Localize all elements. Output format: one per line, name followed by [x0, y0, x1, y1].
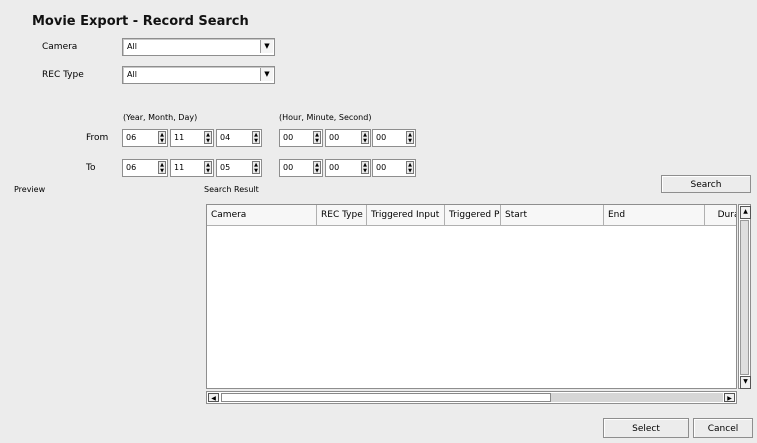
cancel-button[interactable]: Cancel [693, 418, 753, 438]
up-down-arrows-icon[interactable]: ▲ ▼ [158, 161, 166, 174]
to-month-spinner[interactable]: 11 ▲ ▼ [170, 159, 214, 177]
column-header-end[interactable]: End [604, 205, 705, 225]
column-header-duration[interactable]: Durat [705, 205, 736, 225]
horizontal-scrollbar[interactable]: ◀ ▶ [206, 391, 737, 404]
rec-type-select[interactable]: All ▼ [122, 66, 275, 84]
search-result-label: Search Result [204, 185, 259, 194]
up-down-arrows-icon[interactable]: ▲ ▼ [361, 131, 369, 144]
to-hour-spinner[interactable]: 00 ▲ ▼ [279, 159, 323, 177]
chevron-down-icon[interactable]: ▼ [260, 40, 273, 53]
to-minute-value: 00 [329, 163, 340, 172]
up-down-arrows-icon[interactable]: ▲ ▼ [158, 131, 166, 144]
from-minute-spinner[interactable]: 00 ▲ ▼ [325, 129, 371, 147]
from-hour-spinner[interactable]: 00 ▲ ▼ [279, 129, 323, 147]
to-second-spinner[interactable]: 00 ▲ ▼ [372, 159, 416, 177]
up-down-arrows-icon[interactable]: ▲ ▼ [406, 131, 414, 144]
horizontal-scroll-thumb[interactable] [221, 393, 551, 402]
page-title: Movie Export - Record Search [32, 14, 249, 29]
to-year-value: 06 [126, 163, 137, 172]
up-down-arrows-icon[interactable]: ▲ ▼ [252, 131, 260, 144]
to-year-spinner[interactable]: 06 ▲ ▼ [122, 159, 168, 177]
to-day-spinner[interactable]: 05 ▲ ▼ [216, 159, 262, 177]
column-header-rec-type[interactable]: REC Type [317, 205, 367, 225]
select-button[interactable]: Select [603, 418, 689, 438]
from-hour-value: 00 [283, 133, 294, 142]
vertical-scrollbar[interactable]: ▲ ▼ [738, 204, 751, 389]
from-day-spinner[interactable]: 04 ▲ ▼ [216, 129, 262, 147]
vertical-scroll-thumb[interactable] [740, 220, 749, 375]
from-year-value: 06 [126, 133, 137, 142]
up-down-arrows-icon[interactable]: ▲ ▼ [204, 161, 212, 174]
to-hour-value: 00 [283, 163, 294, 172]
from-month-value: 11 [174, 133, 185, 142]
up-down-arrows-icon[interactable]: ▲ ▼ [361, 161, 369, 174]
preview-label: Preview [14, 185, 46, 194]
to-label: To [86, 163, 96, 173]
arrow-up-icon[interactable]: ▲ [740, 206, 751, 219]
column-header-triggered-input[interactable]: Triggered Input [367, 205, 445, 225]
rec-type-label: REC Type [42, 70, 84, 80]
from-year-spinner[interactable]: 06 ▲ ▼ [122, 129, 168, 147]
up-down-arrows-icon[interactable]: ▲ ▼ [313, 131, 321, 144]
from-day-value: 04 [220, 133, 231, 142]
to-month-value: 11 [174, 163, 185, 172]
arrow-right-icon[interactable]: ▶ [724, 393, 735, 402]
from-month-spinner[interactable]: 11 ▲ ▼ [170, 129, 214, 147]
arrow-left-icon[interactable]: ◀ [208, 393, 219, 402]
from-label: From [86, 133, 109, 143]
arrow-down-icon[interactable]: ▼ [740, 376, 751, 389]
date-format-label: (Year, Month, Day) [123, 113, 198, 122]
camera-select-value: All [127, 42, 137, 51]
from-second-spinner[interactable]: 00 ▲ ▼ [372, 129, 416, 147]
camera-label: Camera [42, 42, 78, 52]
from-minute-value: 00 [329, 133, 340, 142]
horizontal-scroll-track[interactable] [551, 393, 723, 402]
table-header: Camera REC Type Triggered Input Triggere… [207, 205, 736, 226]
search-button[interactable]: Search [661, 175, 751, 193]
column-header-camera[interactable]: Camera [207, 205, 317, 225]
to-minute-spinner[interactable]: 00 ▲ ▼ [325, 159, 371, 177]
from-second-value: 00 [376, 133, 387, 142]
rec-type-select-value: All [127, 70, 137, 79]
to-day-value: 05 [220, 163, 231, 172]
column-header-start[interactable]: Start [501, 205, 604, 225]
to-second-value: 00 [376, 163, 387, 172]
up-down-arrows-icon[interactable]: ▲ ▼ [252, 161, 260, 174]
up-down-arrows-icon[interactable]: ▲ ▼ [406, 161, 414, 174]
up-down-arrows-icon[interactable]: ▲ ▼ [204, 131, 212, 144]
up-down-arrows-icon[interactable]: ▲ ▼ [313, 161, 321, 174]
column-header-triggered-pin[interactable]: Triggered Pin [445, 205, 501, 225]
time-format-label: (Hour, Minute, Second) [279, 113, 372, 122]
search-result-table[interactable]: Camera REC Type Triggered Input Triggere… [206, 204, 737, 389]
camera-select[interactable]: All ▼ [122, 38, 275, 56]
chevron-down-icon[interactable]: ▼ [260, 68, 273, 81]
